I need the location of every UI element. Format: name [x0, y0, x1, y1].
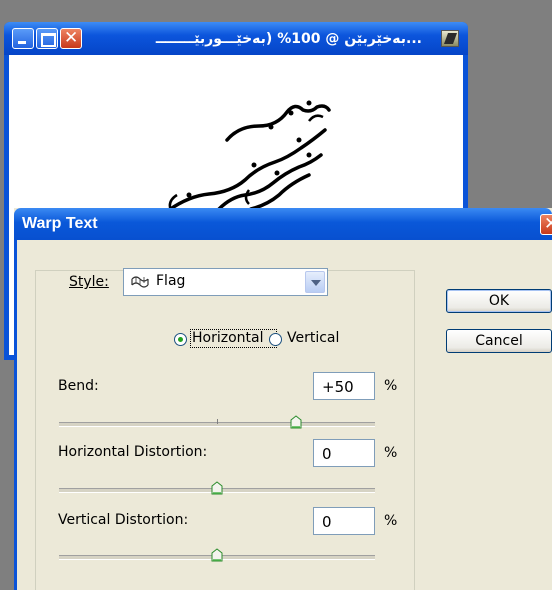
vertical-radio-label[interactable]: Vertical: [287, 330, 339, 346]
vertical-distortion-field[interactable]: 0: [313, 507, 375, 535]
cancel-button[interactable]: Cancel: [446, 329, 552, 353]
flag-warp-icon: [131, 276, 149, 288]
document-title: ...بەخێربێن @ 100% (بەخێـــوربێــــــــ: [155, 31, 422, 47]
dialog-title-bar[interactable]: Warp Text ✕: [14, 208, 552, 240]
ok-button[interactable]: OK: [446, 289, 552, 313]
document-title-bar[interactable]: ✕ ...بەخێربێن @ 100% (بەخێـــوربێـــــــ…: [4, 22, 468, 55]
horizontal-radio-label[interactable]: Horizontal: [192, 330, 263, 346]
close-icon: ✕: [544, 214, 552, 234]
horizontal-distortion-slider-thumb[interactable]: [210, 481, 224, 495]
bend-slider-center-tick: [217, 419, 218, 424]
horizontal-distortion-unit: %: [384, 445, 398, 461]
vertical-radio[interactable]: [269, 333, 282, 346]
minimize-button[interactable]: [12, 28, 34, 49]
chevron-down-icon[interactable]: [305, 271, 325, 293]
style-label: Style:: [69, 274, 109, 290]
dialog-close-button[interactable]: ✕: [540, 214, 552, 235]
horizontal-distortion-label: Horizontal Distortion:: [58, 444, 208, 460]
style-selected-value: Flag: [156, 273, 186, 289]
dialog-border: [14, 240, 17, 590]
horizontal-distortion-field[interactable]: 0: [313, 439, 375, 467]
photoshop-document-icon: [441, 30, 459, 47]
close-icon: ✕: [64, 28, 79, 48]
bend-field[interactable]: +50: [313, 372, 375, 400]
horizontal-radio[interactable]: [174, 333, 187, 346]
bend-label: Bend:: [58, 378, 99, 394]
vertical-distortion-label: Vertical Distortion:: [58, 512, 189, 528]
warped-text-art: [167, 100, 331, 215]
close-button[interactable]: ✕: [60, 28, 82, 49]
vertical-distortion-unit: %: [384, 513, 398, 529]
warp-options-groupbox: [35, 270, 415, 590]
vertical-distortion-slider-thumb[interactable]: [210, 548, 224, 562]
dialog-title: Warp Text: [22, 215, 98, 232]
style-label-text: Style:: [69, 274, 109, 290]
maximize-button[interactable]: [36, 28, 58, 49]
style-dropdown[interactable]: Flag: [123, 268, 328, 296]
warp-text-dialog: Warp Text ✕ Style: Flag Horizontal Verti…: [14, 208, 552, 590]
bend-unit: %: [384, 378, 398, 394]
bend-slider-thumb[interactable]: [289, 415, 303, 429]
